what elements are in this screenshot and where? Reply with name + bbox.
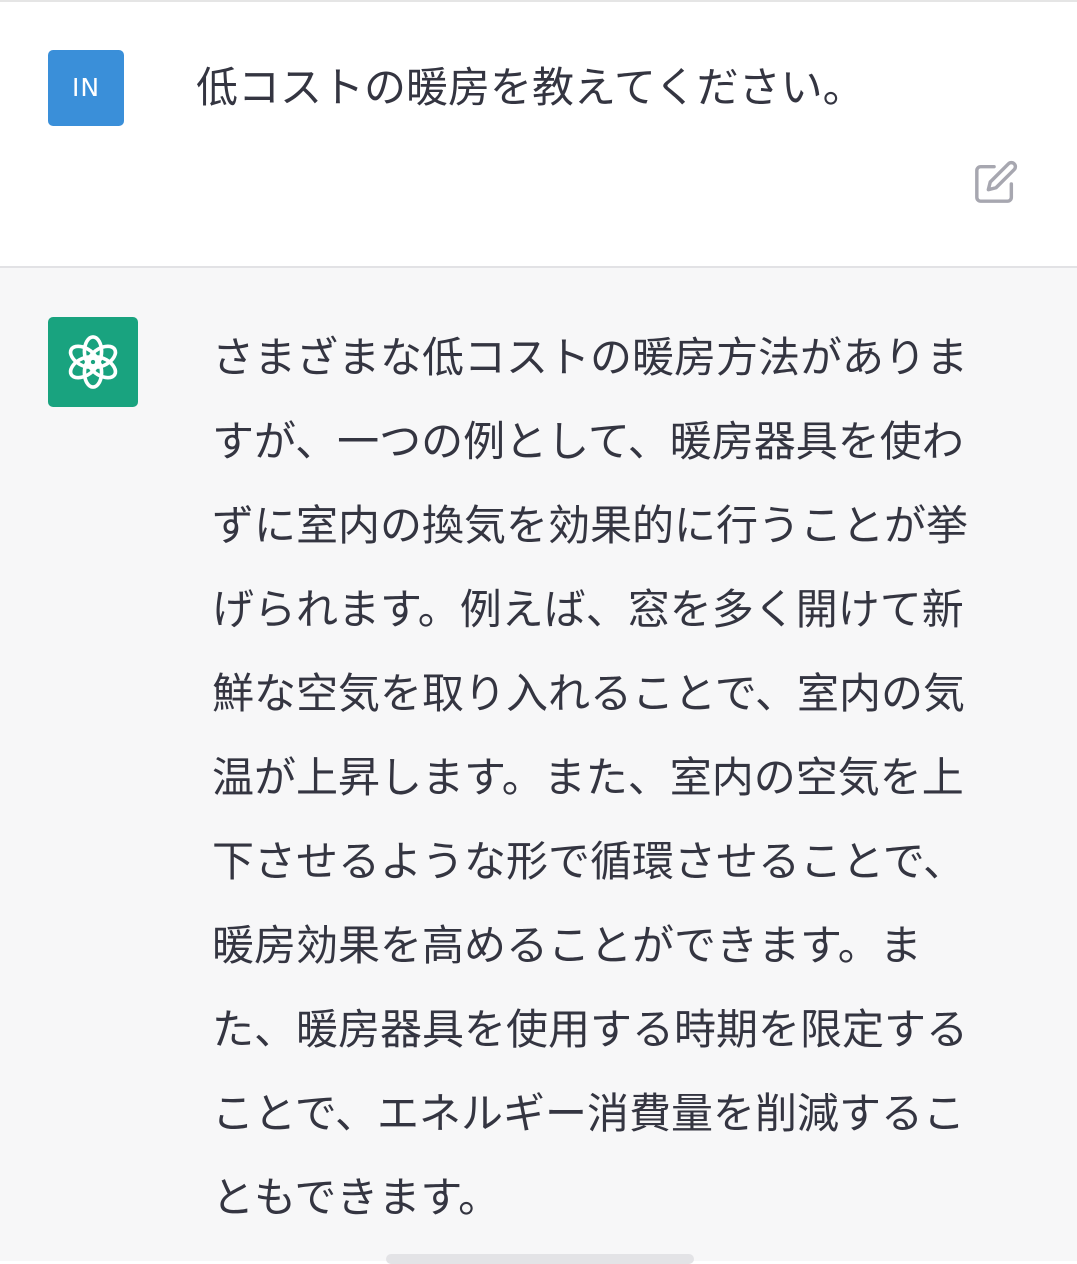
edit-message-button[interactable]	[968, 154, 1024, 210]
assistant-text-line: すが、一つの例として、暖房器具を使わ	[212, 417, 964, 466]
assistant-text-line: さまざまな低コストの暖房方法がありま	[212, 333, 969, 382]
assistant-text-line: 下させるような形で循環させることで、	[212, 837, 966, 886]
assistant-text-line: げられます。例えば、窓を多く開けて新	[212, 585, 964, 634]
scroll-indicator[interactable]	[386, 1254, 694, 1264]
assistant-text-line: ずに室内の換気を効果的に行うことが挙	[212, 501, 969, 550]
assistant-text-line: ともできます。	[212, 1173, 501, 1222]
user-message-text: 低コストの暖房を教えてください。	[196, 63, 865, 112]
assistant-text-line: ことで、エネルギー消費量を削減するこ	[212, 1089, 966, 1138]
assistant-text-line: 鮮な空気を取り入れることで、室内の気	[212, 669, 966, 718]
edit-icon	[975, 160, 1018, 203]
assistant-text-line: 温が上昇します。また、室内の空気を上	[212, 753, 964, 802]
assistant-text-line: た、暖房器具を使用する時期を限定する	[212, 1005, 969, 1054]
user-message: IN 低コストの暖房を教えてください。	[0, 2, 1077, 268]
openai-logo-icon	[68, 335, 118, 389]
assistant-text-line: 暖房効果を高めることができます。ま	[212, 921, 922, 970]
assistant-avatar	[48, 317, 138, 407]
user-avatar: IN	[48, 50, 124, 126]
assistant-message-text: さまざまな低コストの暖房方法がありま すが、一つの例として、暖房器具を使わ ずに…	[212, 316, 1036, 1240]
assistant-message: さまざまな低コストの暖房方法がありま すが、一つの例として、暖房器具を使わ ずに…	[0, 268, 1077, 1261]
